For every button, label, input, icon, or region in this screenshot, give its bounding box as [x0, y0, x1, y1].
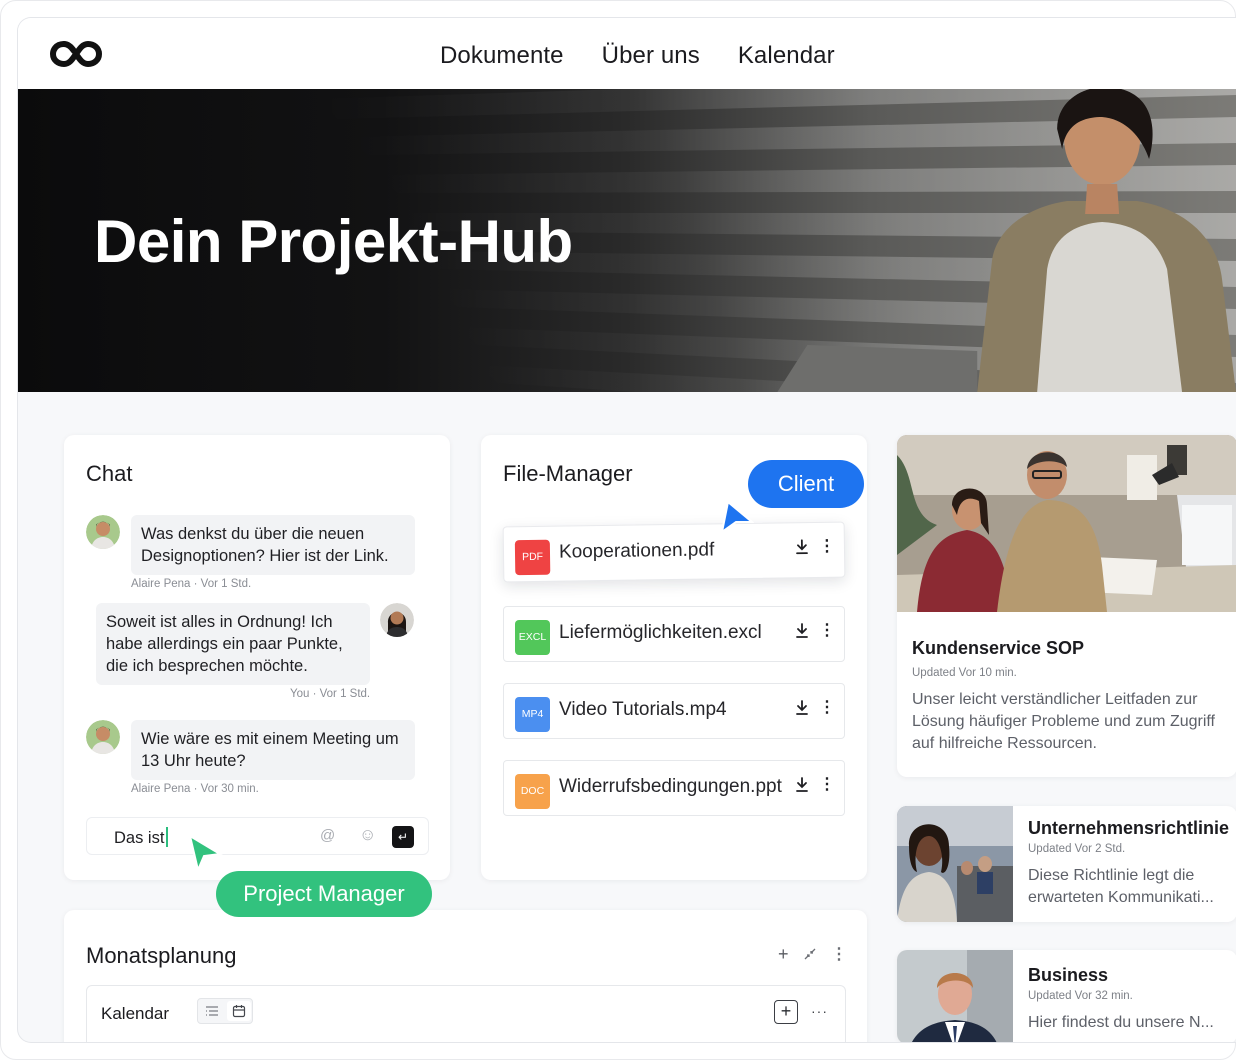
view-toggle[interactable]: [197, 998, 253, 1024]
avatar-you[interactable]: [380, 603, 414, 637]
nav-link-kalendar[interactable]: Kalendar: [738, 42, 835, 70]
kalendar-label: Kalendar: [101, 1004, 170, 1023]
article-description: Diese Richtlinie legt die erwarteten Kom…: [1028, 867, 1214, 906]
office-meeting-photo: [897, 435, 1236, 612]
list-view-icon[interactable]: [205, 1005, 219, 1017]
file-manager-title: File-Manager: [503, 461, 633, 486]
file-name[interactable]: Widerrufsbedingungen.ppt: [559, 776, 782, 798]
pdf-file-icon: PDF: [514, 539, 551, 576]
download-icon[interactable]: [795, 776, 809, 794]
emoji-icon[interactable]: ☺: [359, 825, 376, 845]
article-card-business[interactable]: Business Updated Vor 32 min. Hier findes…: [897, 950, 1236, 1042]
article-title[interactable]: Business: [1028, 965, 1108, 986]
hero-banner: Dein Projekt-Hub: [18, 89, 1236, 392]
chat-message-2-meta: You · Vor 1 Std.: [290, 688, 371, 700]
team-photo: [897, 806, 1013, 922]
businessman-photo: [897, 950, 1013, 1042]
file-row-liefermoeglichkeiten[interactable]: EXCL Liefermöglichkeiten.excl ⋮: [503, 606, 845, 662]
more-options-icon[interactable]: ⋮: [819, 538, 835, 556]
chat-message-2: Soweit ist alles in Ordnung! Ich habe al…: [96, 603, 370, 685]
download-icon[interactable]: [795, 538, 809, 556]
project-manager-cursor-icon: [188, 833, 223, 872]
monatsplanung-title: Monatsplanung: [86, 943, 237, 968]
chat-message-3: Wie wäre es mit einem Meeting um 13 Uhr …: [131, 720, 415, 780]
article-card-kundenservice[interactable]: Kundenservice SOP Updated Vor 10 min. Un…: [897, 435, 1236, 777]
client-cursor-label: Client: [748, 460, 864, 508]
file-name[interactable]: Video Tutorials.mp4: [559, 699, 727, 721]
add-event-button[interactable]: +: [774, 1000, 798, 1024]
hero-title: Dein Projekt-Hub: [94, 208, 573, 275]
download-icon[interactable]: [795, 699, 809, 717]
chat-title: Chat: [86, 461, 133, 486]
more-options-icon[interactable]: ⋮: [819, 622, 835, 640]
chat-message-3-meta: Alaire Pena · Vor 30 min.: [131, 783, 259, 795]
article-title[interactable]: Kundenservice SOP: [912, 638, 1084, 659]
avatar-alaire-pena-2[interactable]: [86, 720, 120, 754]
article-updated: Updated Vor 32 min.: [1028, 990, 1133, 1002]
excel-file-icon: EXCL: [515, 620, 550, 655]
download-icon[interactable]: [795, 622, 809, 640]
more-options-icon[interactable]: ⋮: [819, 776, 835, 794]
chat-card: Chat Was denkst du über die neuen Design…: [64, 435, 450, 880]
chat-message-1-meta: Alaire Pena · Vor 1 Std.: [131, 578, 252, 590]
article-updated: Updated Vor 2 Std.: [1028, 843, 1126, 855]
top-nav: Dokumente Über uns Kalendar: [18, 18, 1236, 89]
collapse-icon[interactable]: [804, 948, 816, 960]
more-options-icon[interactable]: ⋮: [831, 944, 847, 964]
file-name[interactable]: Kooperationen.pdf: [559, 539, 715, 563]
avatar-alaire-pena[interactable]: [86, 515, 120, 549]
kalendar-panel: Kalendar + ···: [86, 985, 846, 1042]
file-name[interactable]: Liefermöglichkeiten.excl: [559, 622, 762, 644]
article-card-unternehmensrichtlinie[interactable]: Unternehmensrichtlinie Updated Vor 2 Std…: [897, 806, 1236, 922]
article-description: Unser leicht verständlicher Leitfaden zu…: [912, 691, 1215, 752]
file-row-kooperationen[interactable]: PDF Kooperationen.pdf ⋮: [502, 521, 846, 583]
mp4-file-icon: MP4: [515, 697, 550, 732]
nav-links: Dokumente Über uns Kalendar: [440, 42, 835, 70]
nav-link-dokumente[interactable]: Dokumente: [440, 42, 564, 70]
nav-link-ueber-uns[interactable]: Über uns: [602, 42, 700, 70]
more-menu-icon[interactable]: ···: [811, 1003, 828, 1019]
send-button[interactable]: ↵: [392, 826, 414, 848]
project-manager-cursor-label: Project Manager: [216, 871, 432, 917]
mention-icon[interactable]: @: [320, 827, 335, 844]
chat-input[interactable]: Das ist @ ☺ ↵: [86, 817, 429, 855]
article-description: Hier findest du unsere N...: [1028, 1014, 1214, 1031]
file-row-widerrufsbedingungen[interactable]: DOC Widerrufsbedingungen.ppt ⋮: [503, 760, 845, 816]
calendar-view-tab[interactable]: [227, 1001, 251, 1021]
calendar-icon: [232, 1005, 246, 1018]
file-row-video-tutorials[interactable]: MP4 Video Tutorials.mp4 ⋮: [503, 683, 845, 739]
add-icon[interactable]: +: [778, 944, 789, 965]
app-window: Dokumente Über uns Kalendar Dein Projekt…: [17, 17, 1236, 1043]
infinity-logo-icon[interactable]: [50, 38, 102, 70]
more-options-icon[interactable]: ⋮: [819, 699, 835, 717]
monatsplanung-card: Monatsplanung + ⋮ Kalendar + ···: [64, 910, 867, 1042]
chat-input-value[interactable]: Das ist: [114, 827, 169, 848]
article-title[interactable]: Unternehmensrichtlinie: [1028, 818, 1229, 839]
article-updated: Updated Vor 10 min.: [912, 667, 1017, 679]
doc-file-icon: DOC: [515, 774, 550, 809]
text-caret: [166, 827, 169, 847]
chat-message-1: Was denkst du über die neuen Designoptio…: [131, 515, 415, 575]
client-cursor-icon: [720, 500, 754, 535]
